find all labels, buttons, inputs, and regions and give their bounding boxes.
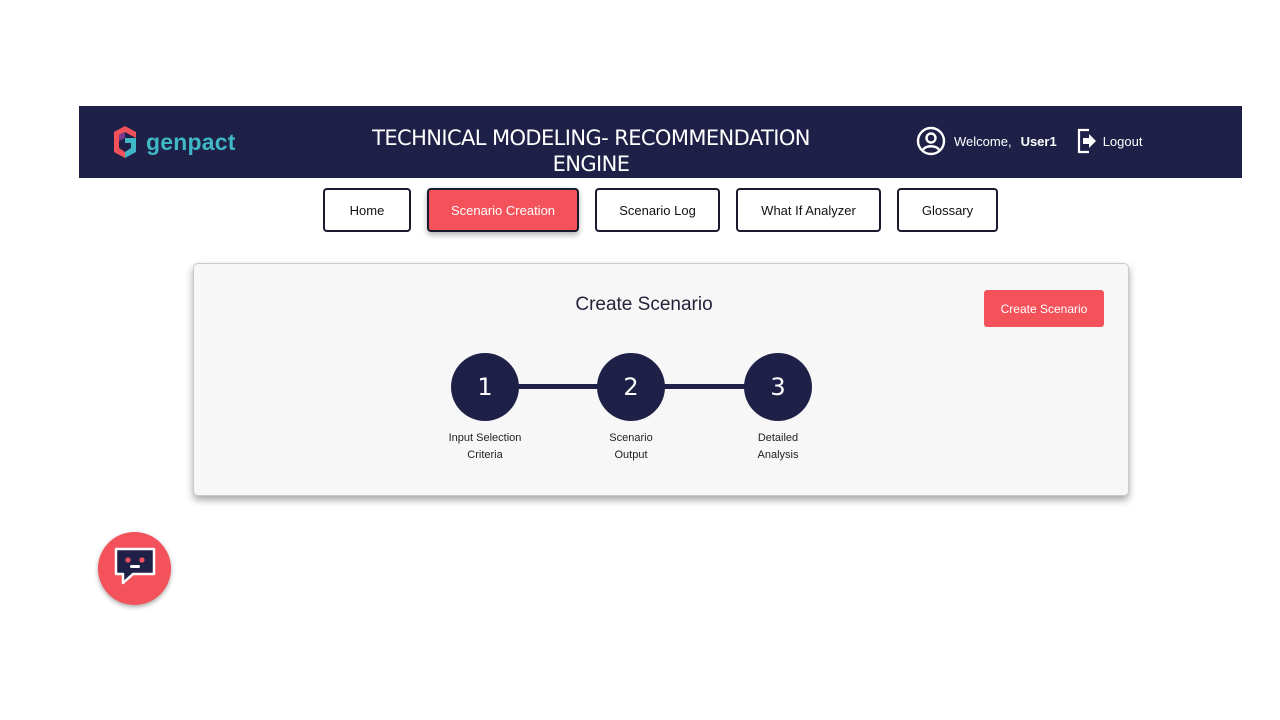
tab-home[interactable]: Home — [323, 188, 411, 232]
step-3-label: Detailed Analysis — [723, 430, 833, 464]
main-nav: Home Scenario Creation Scenario Log What… — [0, 188, 1280, 232]
chatbot-button[interactable] — [98, 532, 171, 605]
step-2-label-line1: Scenario — [609, 432, 653, 444]
tab-what-if-analyzer[interactable]: What If Analyzer — [736, 188, 881, 232]
step-3-circle[interactable]: 3 — [744, 353, 812, 421]
step-3-label-line2: Analysis — [757, 449, 799, 461]
chatbot-icon — [113, 546, 157, 591]
logout-label: Logout — [1102, 133, 1143, 149]
app-header: genpact TECHNICAL MODELING- RECOMMENDATI… — [79, 106, 1242, 178]
tab-glossary[interactable]: Glossary — [897, 188, 998, 232]
step-1-label-line2: Criteria — [467, 449, 503, 461]
step-2-label: Scenario Output — [576, 430, 686, 464]
user-area: Welcome, User1 Logout — [916, 125, 1142, 157]
tab-scenario-creation[interactable]: Scenario Creation — [427, 188, 579, 232]
step-2-circle[interactable]: 2 — [597, 353, 665, 421]
step-1-label-line1: Input Selection — [448, 432, 522, 444]
step-3-label-line1: Detailed — [757, 432, 799, 444]
logout-button[interactable]: Logout — [1076, 128, 1143, 154]
tab-scenario-log[interactable]: Scenario Log — [595, 188, 720, 232]
create-scenario-button[interactable]: Create Scenario — [984, 290, 1104, 327]
genpact-logo-icon — [112, 126, 138, 158]
username: User1 — [1020, 133, 1057, 149]
brand-logo[interactable]: genpact — [112, 124, 236, 160]
logout-icon — [1076, 128, 1098, 154]
user-circle-icon[interactable] — [916, 126, 946, 156]
stepper-connector — [660, 384, 750, 389]
create-scenario-card: Create Scenario Create Scenario 1 2 3 In… — [193, 263, 1129, 496]
card-title: Create Scenario — [575, 294, 713, 315]
brand-name: genpact — [146, 128, 236, 155]
page: genpact TECHNICAL MODELING- RECOMMENDATI… — [0, 0, 1280, 720]
step-1-circle[interactable]: 1 — [451, 353, 519, 421]
step-1-label: Input Selection Criteria — [430, 430, 540, 464]
welcome-label: Welcome, — [954, 133, 1012, 149]
page-title: TECHNICAL MODELING- RECOMMENDATION ENGIN… — [372, 126, 810, 176]
step-2-label-line2: Output — [614, 449, 648, 461]
stepper-connector — [514, 384, 604, 389]
